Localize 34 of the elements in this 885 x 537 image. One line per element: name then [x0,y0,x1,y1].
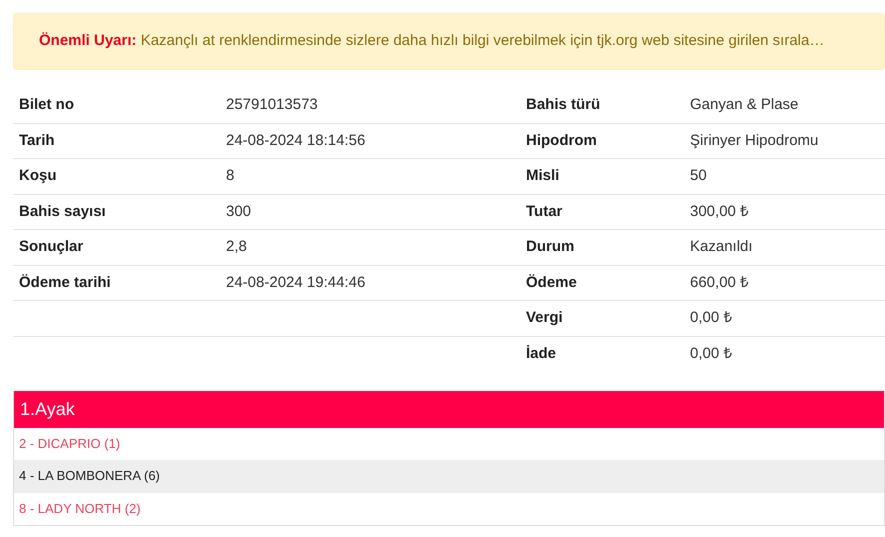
field-label: Tarih [19,132,55,148]
field-label: Bahis türü [526,96,600,113]
alert-text: Kazançlı at renklendirmesinde sizlere daha hızlı bilgi verebilmek için tjk.org web sitesine girilen sırala… [140,32,824,49]
field-value: 300 [226,202,252,220]
field-value: 25791013573 [226,96,318,113]
field-value: 8 [226,167,234,184]
field-label: Koşu [19,167,56,184]
field-value: 50 [690,167,707,184]
field-label: İade [526,344,556,362]
field-label: Ödeme [526,274,577,290]
field-label: Sonuçlar [19,238,84,255]
field-label: Vergi [526,309,563,326]
field-value: Ganyan & Plase [690,96,798,113]
field-label: Tutar [526,202,562,220]
field-value: Kazanıldı [690,238,753,255]
field-label: Bahis sayısı [19,202,106,220]
field-value: 300,00 ₺ [690,202,750,220]
field-value: Şirinyer Hipodromu [690,132,818,148]
field-label: Ödeme tarihi [19,274,111,290]
field-value: 24-08-2024 19:44:46 [226,274,366,290]
field-label: Misli [526,167,560,184]
horse-name: 4 - LA BOMBONERA (6) [19,468,160,483]
horse-name: 2 - DICAPRIO (1) [19,436,120,450]
field-label: Hipodrom [526,132,597,148]
leg-header: 1.Ayak [14,390,884,428]
field-label: Durum [526,238,574,255]
field-value: 0,00 ₺ [690,344,732,362]
alert-label: Önemli Uyarı: [39,32,137,49]
field-value: 24-08-2024 18:14:56 [226,132,366,148]
field-label: Bilet no [19,96,74,113]
field-value: 660,00 ₺ [690,274,750,290]
horse-name: 8 - LADY NORTH (2) [19,500,141,516]
field-value: 0,00 ₺ [690,309,732,326]
field-value: 2,8 [226,238,247,255]
